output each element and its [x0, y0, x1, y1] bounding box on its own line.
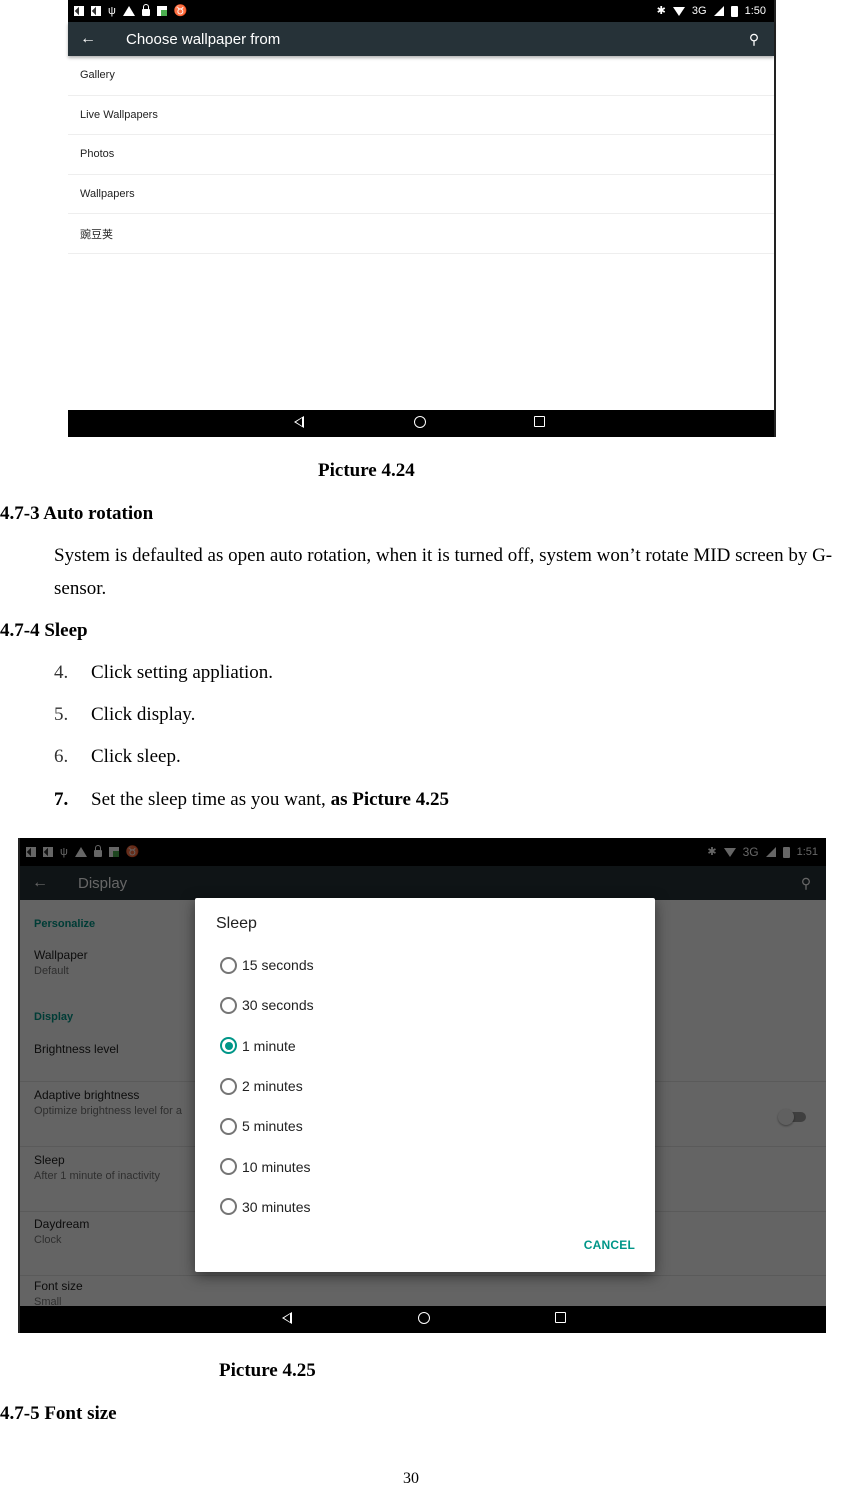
page-title: Choose wallpaper from: [126, 30, 281, 48]
clock: 1:50: [744, 5, 766, 17]
warning-icon: [122, 6, 135, 16]
step-text-reference: as Picture 4.25: [330, 789, 449, 810]
navigation-bar: [68, 410, 774, 437]
nav-recents-icon[interactable]: [555, 1312, 566, 1323]
step-item: 4. Click setting appliation.: [54, 662, 273, 684]
step-item: 7. Set the sleep time as you want, as Pi…: [54, 789, 449, 811]
radio-button[interactable]: [220, 996, 237, 1014]
back-arrow-icon[interactable]: ←: [68, 30, 108, 48]
screenshot-icon: [91, 6, 101, 16]
signal-icon: [713, 6, 724, 16]
radio-button[interactable]: [220, 1117, 237, 1135]
screenshot-icon: [74, 6, 84, 16]
radio-button[interactable]: [220, 956, 237, 974]
section-heading: 4.7-3 Auto rotation: [0, 503, 154, 524]
sleep-option-1-minute[interactable]: 1 minute: [220, 1026, 314, 1066]
list-item-wallpapers[interactable]: Wallpapers: [68, 175, 774, 215]
option-label: 5 minutes: [242, 1118, 303, 1135]
step-number: 5.: [54, 704, 69, 725]
app-bar: ← Choose wallpaper from ⚲: [68, 22, 774, 56]
step-item: 5. Click display.: [54, 704, 195, 726]
option-label: 30 minutes: [242, 1198, 311, 1215]
option-label: 30 seconds: [242, 997, 314, 1014]
page-number: 30: [403, 1470, 419, 1487]
step-item: 6. Click sleep.: [54, 746, 181, 768]
radio-button-checked[interactable]: [220, 1037, 237, 1055]
nav-home-icon[interactable]: [414, 416, 426, 428]
section-paragraph: System is defaulted as open auto rotatio…: [54, 545, 833, 599]
radio-button[interactable]: [220, 1198, 237, 1216]
step-number: 4.: [54, 662, 69, 683]
step-text: Click display.: [91, 704, 196, 725]
network-type: 3G: [691, 5, 707, 17]
navigation-bar: [20, 1306, 826, 1333]
nav-recents-icon[interactable]: [534, 416, 545, 427]
android-debug-icon: ♉: [173, 4, 188, 17]
sleep-option-30-minutes[interactable]: 30 minutes: [220, 1187, 314, 1227]
figure-caption: Picture 4.24: [318, 460, 415, 481]
radio-button[interactable]: [220, 1158, 237, 1176]
nav-home-icon[interactable]: [418, 1312, 430, 1324]
cancel-button[interactable]: CANCEL: [584, 1238, 635, 1252]
sleep-option-2-minutes[interactable]: 2 minutes: [220, 1066, 314, 1106]
search-icon[interactable]: ⚲: [734, 31, 774, 48]
option-label: 10 minutes: [242, 1158, 311, 1175]
bluetooth-icon: ✱: [656, 4, 666, 17]
dialog-title: Sleep: [216, 915, 257, 932]
sleep-option-30-seconds[interactable]: 30 seconds: [220, 985, 314, 1025]
wifi-icon: [672, 6, 685, 16]
step-text: Click sleep.: [91, 746, 181, 767]
display-settings-screenshot: ψ ♉ ✱ 3G 1:51 ← Display ⚲ Personalize Wa…: [18, 838, 826, 1333]
list-item-photos[interactable]: Photos: [68, 135, 774, 175]
step-number: 6.: [54, 746, 69, 767]
step-number: 7.: [54, 789, 69, 810]
step-text-main: Set the sleep time as you want,: [91, 789, 331, 810]
sleep-dialog: Sleep 15 seconds 30 seconds 1 minute 2 m…: [195, 898, 655, 1272]
sleep-options: 15 seconds 30 seconds 1 minute 2 minutes…: [220, 945, 314, 1227]
status-bar: ψ ♉ ✱ 3G 1:50: [68, 0, 774, 22]
option-label: 1 minute: [242, 1037, 296, 1054]
battery-icon: [730, 5, 738, 17]
step-text: Set the sleep time as you want, as Pictu…: [91, 789, 449, 811]
section-heading: 4.7-5 Font size: [0, 1403, 117, 1424]
wallpaper-source-list: Gallery Live Wallpapers Photos Wallpaper…: [68, 56, 774, 254]
list-item-live-wallpapers[interactable]: Live Wallpapers: [68, 96, 774, 136]
sleep-option-5-minutes[interactable]: 5 minutes: [220, 1106, 314, 1146]
step-text: Click setting appliation.: [91, 662, 274, 683]
sleep-option-15-seconds[interactable]: 15 seconds: [220, 945, 314, 985]
option-label: 15 seconds: [242, 957, 314, 974]
sleep-option-10-minutes[interactable]: 10 minutes: [220, 1146, 314, 1186]
wallpaper-chooser-screenshot: ψ ♉ ✱ 3G 1:50 ← Choose wallpaper from ⚲ …: [68, 0, 776, 437]
radio-button[interactable]: [220, 1077, 237, 1095]
gallery-icon: [156, 6, 167, 16]
lock-icon: [141, 4, 150, 16]
list-item-wandoujia[interactable]: 豌豆荚: [68, 214, 774, 254]
section-heading: 4.7-4 Sleep: [0, 620, 88, 641]
nav-back-icon[interactable]: [282, 1312, 292, 1324]
option-label: 2 minutes: [242, 1078, 303, 1095]
nav-back-icon[interactable]: [294, 416, 304, 428]
list-item-gallery[interactable]: Gallery: [68, 56, 774, 96]
figure-caption: Picture 4.25: [219, 1360, 316, 1381]
usb-icon: ψ: [108, 4, 116, 17]
